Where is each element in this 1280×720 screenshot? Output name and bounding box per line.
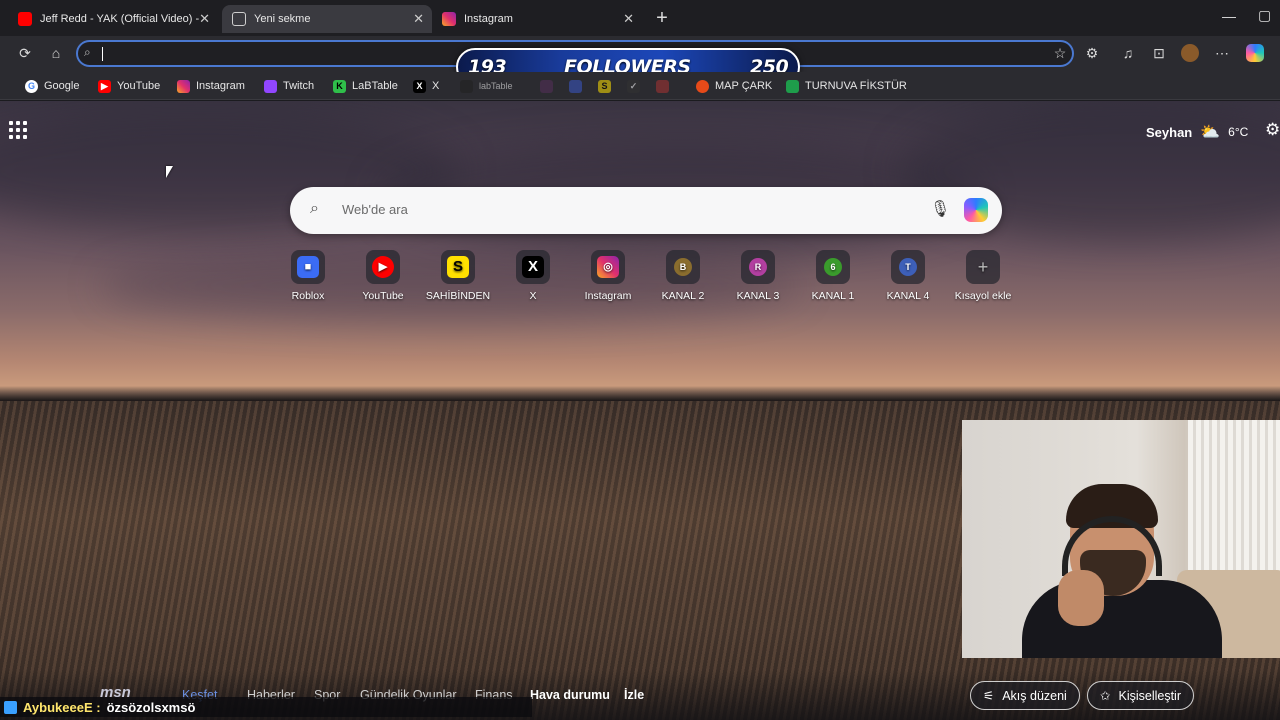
favorite-star-icon[interactable]: ☆: [1051, 44, 1069, 62]
kanal-2-icon: B: [674, 258, 692, 276]
weather-temp: 6°C: [1228, 125, 1249, 139]
bookmark-icon: [569, 79, 582, 93]
personalize-button[interactable]: ✩ Kişiselleştir: [1087, 681, 1194, 710]
copilot-icon[interactable]: [1246, 44, 1264, 62]
sliders-icon: ⚟: [983, 689, 995, 703]
google-icon: G: [25, 79, 38, 93]
x-icon: X: [522, 256, 544, 278]
close-tab-icon[interactable]: ✕: [623, 11, 634, 27]
chat-message-text: özsözolsxmsö: [106, 699, 196, 715]
twitch-icon: [264, 79, 277, 93]
sahibinden-icon: S: [447, 256, 469, 278]
shortcut-sahibinden[interactable]: S SAHİBİNDEN: [421, 250, 495, 302]
x-icon: X: [413, 79, 426, 93]
tab-new-tab[interactable]: Yeni sekme ✕: [222, 5, 432, 33]
bookmark-labtable[interactable]: K LaBTable: [333, 78, 398, 94]
microphone-icon[interactable]: 🎙: [930, 199, 950, 219]
tab-title: Yeni sekme: [254, 13, 311, 25]
shortcut-instagram[interactable]: ◎ Instagram: [571, 250, 645, 302]
newtab-icon: [232, 12, 246, 26]
refresh-icon[interactable]: ⟳: [16, 44, 34, 62]
shortcut-kanal-4[interactable]: T KANAL 4: [871, 250, 945, 302]
mouse-cursor: [166, 166, 173, 178]
apps-grid-icon[interactable]: [9, 121, 27, 139]
instagram-icon: [442, 12, 456, 26]
bookmark-icon: [656, 79, 669, 93]
feed-tab-hava-durumu[interactable]: Hava durumu: [530, 688, 610, 702]
shortcut-youtube[interactable]: ▶ YouTube: [346, 250, 420, 302]
partly-cloudy-icon: ⛅: [1200, 124, 1221, 141]
youtube-icon: ▶: [372, 256, 394, 278]
tab-title: Instagram: [464, 13, 513, 25]
shortcut-roblox[interactable]: ■ Roblox: [271, 250, 345, 302]
screenshot-icon[interactable]: ⊡: [1150, 44, 1168, 62]
chat-username: AybukeeeE :: [23, 699, 101, 715]
bookmark-youtube[interactable]: ▶ YouTube: [98, 78, 160, 94]
weather-widget[interactable]: Seyhan ⛅ 6°C: [1146, 122, 1248, 142]
shortcut-add[interactable]: + Kısayol ekle: [946, 250, 1020, 302]
search-icon: ⌕: [310, 200, 319, 217]
web-search-box[interactable]: ⌕ Web'de ara 🎙: [290, 187, 1002, 234]
search-input[interactable]: Web'de ara: [342, 202, 408, 217]
home-icon[interactable]: ⌂: [47, 44, 65, 62]
feed-layout-button[interactable]: ⚟ Akış düzeni: [970, 681, 1080, 710]
labtable-icon: [460, 79, 473, 93]
text-caret: [102, 47, 103, 61]
bookmark-icon: [540, 79, 553, 93]
webcam-overlay: [962, 420, 1280, 658]
shortcut-kanal-2[interactable]: B KANAL 2: [646, 250, 720, 302]
kanal-4-icon: T: [899, 258, 917, 276]
copilot-icon[interactable]: [964, 198, 988, 222]
close-tab-icon[interactable]: ✕: [199, 11, 210, 27]
bookmark-instagram[interactable]: Instagram: [177, 78, 245, 94]
instagram-icon: ◎: [597, 256, 619, 278]
search-icon: ⌕: [84, 45, 91, 59]
extensions-icon[interactable]: ⚙: [1083, 44, 1101, 62]
new-tab-button[interactable]: +: [652, 7, 672, 30]
kanal-3-icon: R: [749, 258, 767, 276]
shortcut-x[interactable]: XX: [496, 250, 570, 302]
more-menu-icon[interactable]: ⋯: [1213, 44, 1231, 62]
bookmark-twitch[interactable]: Twitch: [264, 78, 314, 94]
sheets-icon: [786, 79, 799, 93]
chat-badge-icon: [4, 700, 17, 714]
bookmark-labtable-2[interactable]: labTable: [460, 78, 513, 94]
bookmark-x[interactable]: XX: [413, 78, 439, 94]
labtable-icon: K: [333, 79, 346, 93]
tab-youtube-video[interactable]: Jeff Redd - YAK (Official Video) - Y ✕: [8, 5, 218, 33]
plus-icon: +: [977, 257, 989, 277]
profile-avatar-icon[interactable]: [1181, 44, 1199, 62]
close-tab-icon[interactable]: ✕: [413, 11, 424, 27]
feed-tab-izle[interactable]: İzle: [624, 688, 644, 702]
instagram-icon: [177, 79, 190, 93]
star-icon: ✩: [1100, 689, 1111, 703]
settings-gear-icon[interactable]: ⚙: [1265, 120, 1280, 140]
youtube-icon: ▶: [98, 79, 111, 93]
bookmark-map-cark[interactable]: MAP ÇARK: [696, 78, 772, 94]
wheel-icon: [696, 79, 709, 93]
check-icon: ✓: [627, 79, 640, 93]
bookmark-icon-row[interactable]: S ✓: [540, 78, 675, 94]
weather-location: Seyhan: [1146, 124, 1193, 140]
tab-title: Jeff Redd - YAK (Official Video) - Y: [40, 13, 200, 25]
tab-instagram[interactable]: Instagram ✕: [432, 5, 642, 33]
kanal-1-icon: 6: [824, 258, 842, 276]
roblox-icon: ■: [297, 256, 319, 278]
minimize-icon[interactable]: —: [1222, 8, 1236, 24]
shortcut-kanal-1[interactable]: 6 KANAL 1: [796, 250, 870, 302]
shortcut-kanal-3[interactable]: R KANAL 3: [721, 250, 795, 302]
bookmark-turnuva-fikstur[interactable]: TURNUVA FİKSTÜR: [786, 78, 907, 94]
bookmark-google[interactable]: G Google: [25, 78, 79, 94]
media-icon[interactable]: ♫: [1119, 44, 1137, 62]
sahibinden-icon: S: [598, 79, 611, 93]
maximize-icon[interactable]: ▢: [1258, 7, 1271, 24]
stream-chat-message: AybukeeeE : özsözolsxmsö: [0, 697, 532, 717]
youtube-icon: [18, 12, 32, 26]
